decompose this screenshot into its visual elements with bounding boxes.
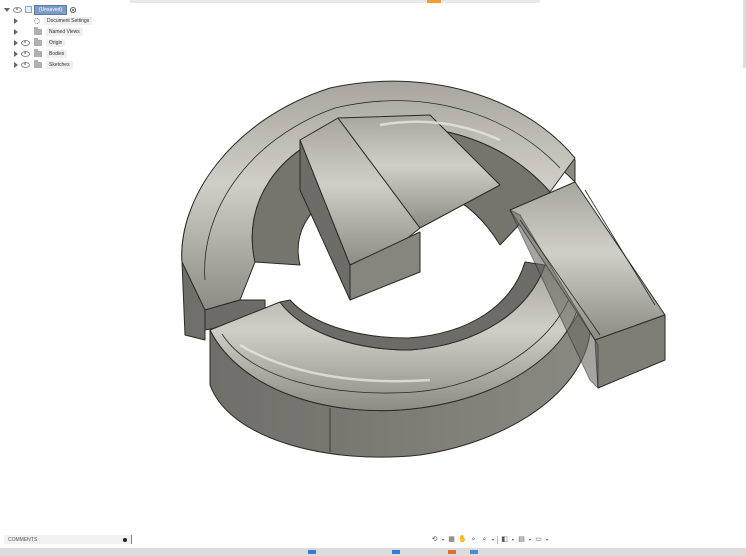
viewports-icon[interactable]: ▭ [534, 535, 543, 544]
grid-settings-icon[interactable]: ▤ [517, 535, 526, 544]
toolbar-divider [497, 535, 498, 544]
comments-label: COMMENTS [8, 536, 38, 543]
pan-icon[interactable]: ✋ [458, 535, 467, 544]
zoom-icon[interactable]: ⌕ [469, 535, 478, 544]
chevron-down-icon[interactable]: ▾ [491, 535, 495, 544]
navigation-toolbar: ⟲ ▾ ▦ ✋ ⌕ ⌕ ▾ ◧ ▾ ▤ ▾ ▭ ▾ [430, 534, 549, 545]
chevron-down-icon[interactable]: ▾ [511, 535, 515, 544]
taskbar-app-icon[interactable] [470, 550, 478, 554]
refresh-arrows-3d-model [181, 80, 666, 458]
taskbar-app-icon[interactable] [308, 550, 316, 554]
comments-toggle-icon[interactable] [123, 537, 127, 542]
model-viewport[interactable] [0, 0, 746, 556]
look-at-icon[interactable]: ▦ [447, 535, 456, 544]
orbit-icon[interactable]: ⟲ [430, 535, 439, 544]
display-settings-icon[interactable]: ◧ [500, 535, 509, 544]
fit-icon[interactable]: ⌕ [480, 535, 489, 544]
bottom-bar: COMMENTS ⟲ ▾ ▦ ✋ ⌕ ⌕ ▾ ◧ ▾ ▤ ▾ ▭ ▾ [0, 534, 746, 546]
chevron-down-icon[interactable]: ▾ [528, 535, 532, 544]
taskbar-app-icon[interactable] [448, 550, 456, 554]
comments-panel[interactable]: COMMENTS [4, 535, 132, 544]
chevron-down-icon[interactable]: ▾ [441, 535, 445, 544]
taskbar-app-icon[interactable] [392, 550, 400, 554]
chevron-down-icon[interactable]: ▾ [545, 535, 549, 544]
taskbar-strip [0, 548, 746, 556]
